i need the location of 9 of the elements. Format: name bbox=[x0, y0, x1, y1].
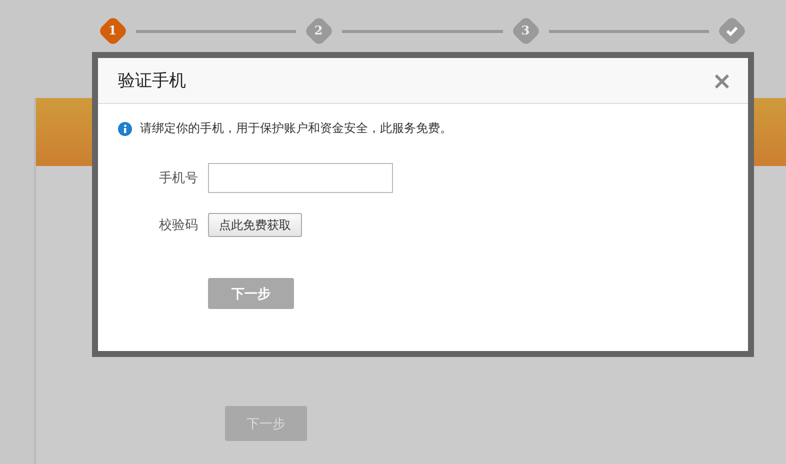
notice-text: 请绑定你的手机，用于保护账户和资金安全，此服务免费。 bbox=[140, 120, 452, 137]
get-code-button[interactable]: 点此免费获取 bbox=[208, 213, 302, 237]
step-marker: 1 bbox=[98, 16, 128, 46]
info-icon bbox=[118, 122, 132, 136]
field-label: 校验码 bbox=[158, 217, 198, 234]
close-button[interactable]: × bbox=[708, 66, 736, 94]
field-label: 手机号 bbox=[158, 170, 198, 187]
dialog-title: 验证手机 bbox=[118, 70, 186, 92]
phone-input[interactable] bbox=[208, 163, 393, 193]
